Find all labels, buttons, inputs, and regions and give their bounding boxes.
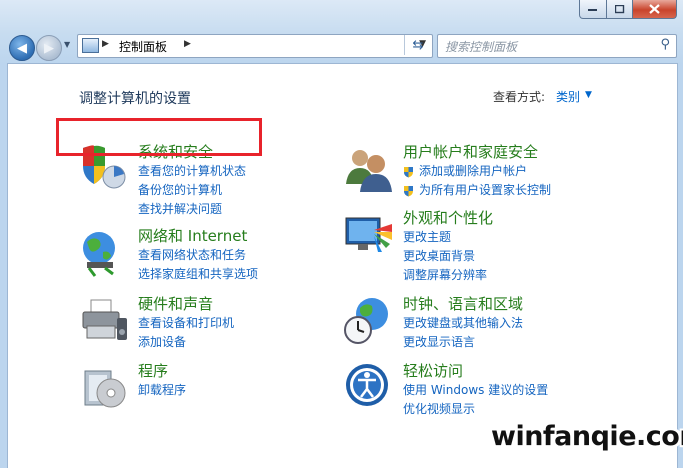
watermark: winfanqie.com	[491, 421, 683, 452]
link-uninstall-program[interactable]: 卸载程序	[138, 381, 186, 400]
uac-shield-icon	[404, 185, 413, 196]
address-bar[interactable]: ▶ 控制面板 ▶ ▼	[77, 34, 433, 58]
category-links: 查看您的计算机状态 备份您的计算机 查找并解决问题	[138, 162, 246, 219]
category-links: 查看设备和打印机 添加设备	[138, 314, 234, 352]
chevron-right-icon[interactable]: ▶	[102, 39, 109, 49]
control-panel-window: ◀ ▶ ▼ ▶ 控制面板 ▶ ▼ ⇆ 搜索控制面板 ⚲ 调整计算机的设置 查看方…	[0, 0, 683, 468]
breadcrumb-control-panel[interactable]: 控制面板	[119, 38, 167, 55]
category-links: 更改键盘或其他输入法 更改显示语言	[403, 314, 523, 352]
clock-globe-icon	[344, 298, 388, 344]
link-adjust-resolution[interactable]: 调整屏幕分辨率	[403, 266, 487, 285]
close-button[interactable]	[633, 0, 677, 19]
arrow-left-icon: ◀	[17, 40, 27, 56]
chevron-right-icon[interactable]: ▶	[184, 39, 191, 49]
search-placeholder: 搜索控制面板	[445, 40, 518, 54]
appearance-icon	[345, 217, 392, 252]
navigation-bar: ◀ ▶ ▼ ▶ 控制面板 ▶ ▼ ⇆ 搜索控制面板 ⚲	[0, 28, 683, 62]
category-title[interactable]: 外观和个性化	[403, 207, 493, 228]
arrow-right-icon: ▶	[44, 40, 54, 56]
category-title[interactable]: 硬件和声音	[138, 293, 213, 314]
link-text: 添加或删除用户帐户	[419, 164, 528, 178]
back-button[interactable]: ◀	[9, 35, 35, 61]
uac-shield-icon	[404, 166, 413, 177]
link-add-device[interactable]: 添加设备	[138, 333, 234, 352]
category-title[interactable]: 轻松访问	[403, 360, 463, 381]
link-backup-computer[interactable]: 备份您的计算机	[138, 181, 246, 200]
link-homegroup-sharing[interactable]: 选择家庭组和共享选项	[138, 265, 258, 284]
category-links: 添加或删除用户帐户 为所有用户设置家长控制	[403, 162, 551, 200]
users-icon	[346, 150, 392, 192]
annotation-highlight-box	[56, 118, 262, 156]
link-text: 为所有用户设置家长控制	[419, 183, 552, 197]
programs-icon	[84, 370, 126, 408]
refresh-icon: ⇆	[412, 37, 424, 53]
category-links: 使用 Windows 建议的设置 优化视频显示	[403, 381, 548, 419]
link-change-background[interactable]: 更改桌面背景	[403, 247, 487, 266]
maximize-button[interactable]	[607, 0, 633, 19]
minimize-icon	[588, 9, 597, 11]
recent-pages-dropdown[interactable]: ▼	[64, 40, 70, 49]
forward-button[interactable]: ▶	[36, 35, 62, 61]
maximize-icon	[614, 4, 624, 13]
category-title[interactable]: 程序	[138, 360, 168, 381]
network-globe-icon	[83, 232, 115, 277]
printer-icon	[82, 299, 127, 340]
link-devices-printers[interactable]: 查看设备和打印机	[138, 314, 234, 333]
close-icon	[649, 4, 660, 14]
control-panel-icon	[82, 38, 99, 53]
link-parental-controls[interactable]: 为所有用户设置家长控制	[403, 181, 551, 200]
view-by-label: 查看方式:	[493, 90, 546, 104]
search-input[interactable]: 搜索控制面板 ⚲	[437, 34, 677, 58]
category-links: 查看网络状态和任务 选择家庭组和共享选项	[138, 246, 258, 284]
refresh-button[interactable]: ⇆	[404, 35, 431, 55]
link-optimize-display[interactable]: 优化视频显示	[403, 400, 548, 419]
link-recommended-settings[interactable]: 使用 Windows 建议的设置	[403, 381, 548, 400]
link-troubleshoot[interactable]: 查找并解决问题	[138, 200, 246, 219]
content-pane: 调整计算机的设置 查看方式: 类别 ▼ 系统和安全 查看您的计算机状态 备份您的…	[7, 63, 678, 468]
category-links: 更改主题 更改桌面背景 调整屏幕分辨率	[403, 228, 487, 285]
category-links: 卸载程序	[138, 381, 186, 400]
link-change-theme[interactable]: 更改主题	[403, 228, 487, 247]
chevron-down-icon[interactable]: ▼	[585, 90, 592, 100]
page-title: 调整计算机的设置	[79, 91, 191, 107]
search-icon[interactable]: ⚲	[660, 37, 670, 52]
category-title[interactable]: 时钟、语言和区域	[403, 293, 523, 314]
view-by-select[interactable]: 类别	[556, 88, 580, 105]
link-change-display-language[interactable]: 更改显示语言	[403, 333, 523, 352]
link-view-computer-status[interactable]: 查看您的计算机状态	[138, 162, 246, 181]
category-title[interactable]: 网络和 Internet	[138, 225, 247, 246]
link-add-remove-accounts[interactable]: 添加或删除用户帐户	[403, 162, 551, 181]
link-change-keyboard[interactable]: 更改键盘或其他输入法	[403, 314, 523, 333]
link-view-network-status[interactable]: 查看网络状态和任务	[138, 246, 258, 265]
category-title[interactable]: 用户帐户和家庭安全	[403, 141, 538, 162]
minimize-button[interactable]	[579, 0, 607, 19]
window-controls	[579, 0, 677, 19]
ease-of-access-icon	[346, 364, 388, 406]
